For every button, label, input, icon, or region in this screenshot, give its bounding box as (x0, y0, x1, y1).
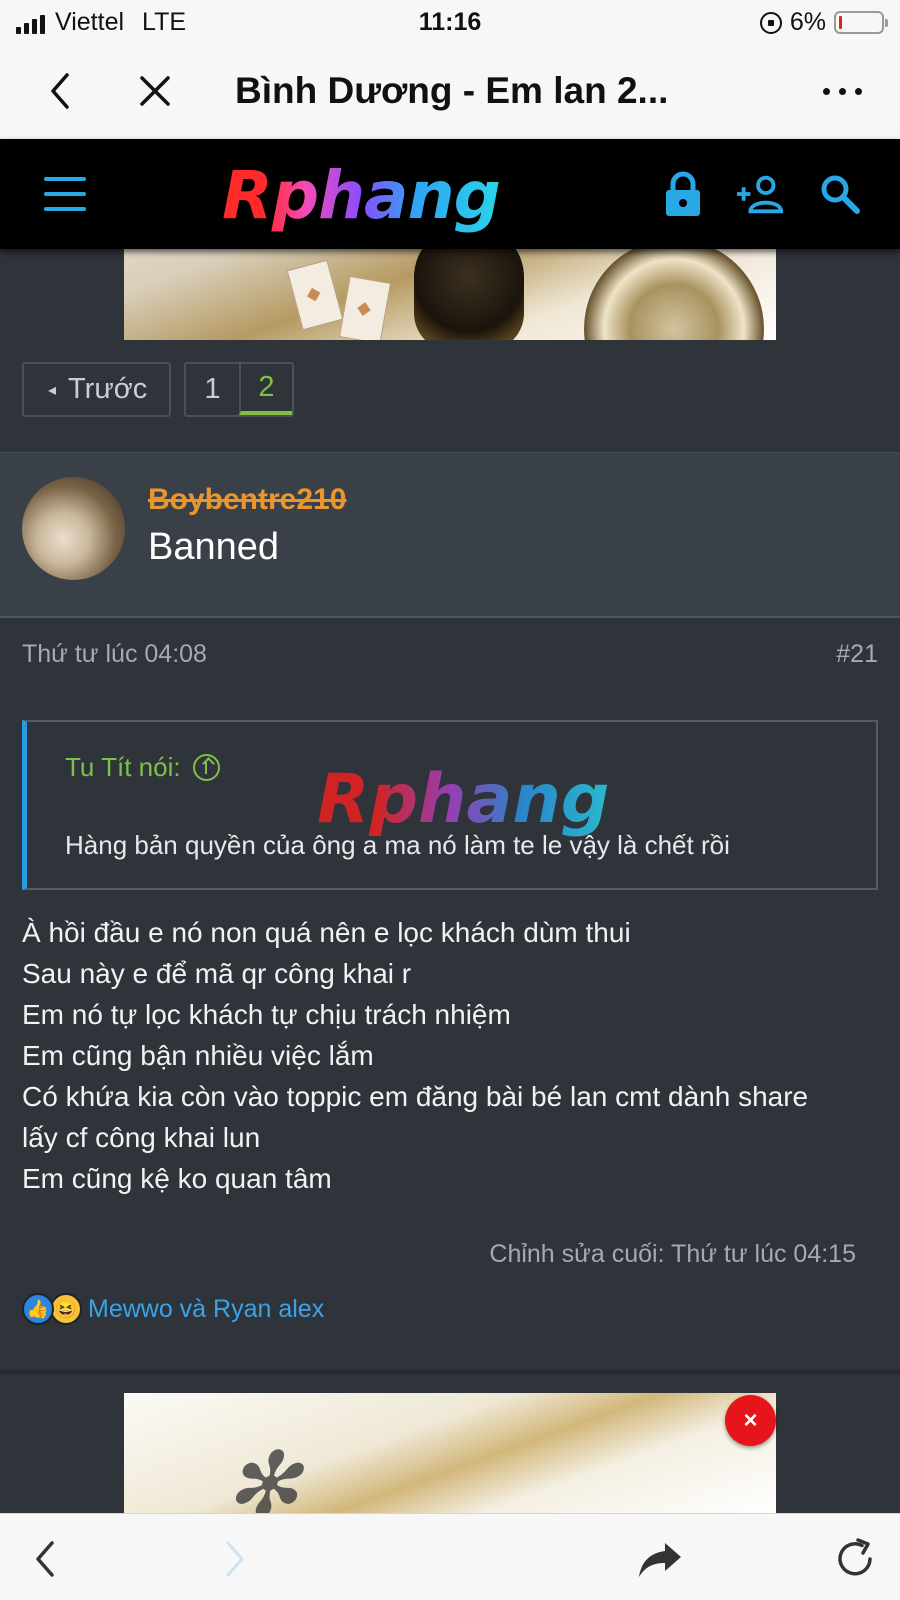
post-line: lấy cf công khai lun (22, 1122, 261, 1153)
arrow-up-circle-icon[interactable] (192, 754, 220, 781)
site-header: Rphang (0, 139, 900, 249)
battery-percent: 6% (789, 8, 826, 36)
page-title: Bình Dương - Em lan 2... (235, 70, 669, 111)
quote-author[interactable]: Tu Tít nói: (65, 752, 181, 783)
post-line: À hồi đầu e nó non quá nên e lọc khách d… (22, 917, 631, 948)
reactors-list[interactable]: Mewwo và Ryan alex (88, 1295, 324, 1324)
bottom-banner-ad[interactable]: ✻ (124, 1393, 776, 1513)
menu-icon[interactable] (44, 177, 86, 211)
post-line: Sau này e để mã qr công khai r (22, 958, 412, 989)
chevron-left-icon: ◂ (48, 381, 57, 399)
post-body: À hồi đầu e nó non quá nên e lọc khách d… (22, 912, 882, 1199)
forward-icon[interactable] (205, 1529, 265, 1589)
battery-icon (834, 11, 888, 34)
pagination-pages: 1 2 (184, 362, 294, 417)
site-logo[interactable]: Rphang (222, 157, 501, 234)
back-icon[interactable] (15, 1529, 75, 1589)
quote-text: Hàng bản quyền của ông a ma nó làm te le… (65, 830, 730, 860)
browser-toolbar (0, 1513, 900, 1600)
more-icon[interactable] (823, 88, 862, 95)
post-line: Em cũng bận nhiều việc lắm (22, 1040, 374, 1071)
back-icon[interactable] (35, 66, 85, 116)
last-edited-note: Chỉnh sửa cuối: Thứ tư lúc 04:15 (489, 1240, 856, 1268)
reactions-bar[interactable]: 👍 😆 Mewwo và Ryan alex (22, 1293, 324, 1325)
post-divider (0, 1370, 900, 1374)
post-username[interactable]: Boybentre210 (148, 483, 346, 517)
watermark-logo: Rphang (317, 760, 610, 839)
like-icon: 👍 (22, 1293, 54, 1325)
search-icon[interactable] (815, 167, 865, 221)
browser-nav-bar: Bình Dương - Em lan 2... (0, 46, 900, 139)
haha-icon: 😆 (50, 1293, 82, 1325)
share-icon[interactable] (630, 1529, 690, 1589)
ad-close-button[interactable]: × (725, 1395, 776, 1446)
post-line: Có khứa kia còn vào toppic em đăng bài b… (22, 1081, 809, 1112)
post-line: Em cũng kệ ko quan tâm (22, 1163, 332, 1194)
rotation-lock-icon (759, 11, 782, 34)
user-title: Banned (148, 526, 280, 568)
quote-block: Tu Tít nói: Rphang Hàng bản quyền của ôn… (22, 720, 878, 890)
pagination-prev-button[interactable]: ◂ Trước (22, 362, 171, 417)
add-user-icon[interactable] (735, 167, 785, 221)
reload-icon[interactable] (825, 1529, 885, 1589)
page-link-1[interactable]: 1 (186, 364, 239, 415)
avatar[interactable] (22, 477, 125, 580)
post-number[interactable]: #21 (836, 640, 878, 669)
page-link-2-current[interactable]: 2 (238, 364, 292, 415)
post-user-bar: Boybentre210 Banned (0, 452, 900, 618)
close-icon[interactable] (130, 66, 180, 116)
post-line: Em nó tự lọc khách tự chịu trách nhiệm (22, 999, 511, 1030)
pagination-prev-label: Trước (68, 373, 148, 405)
status-bar: Viettel LTE 11:16 6% (0, 0, 900, 46)
lock-icon[interactable] (658, 167, 708, 221)
banner-emblem: ✻ (224, 1433, 300, 1513)
post-timestamp[interactable]: Thứ tư lúc 04:08 (22, 640, 207, 669)
